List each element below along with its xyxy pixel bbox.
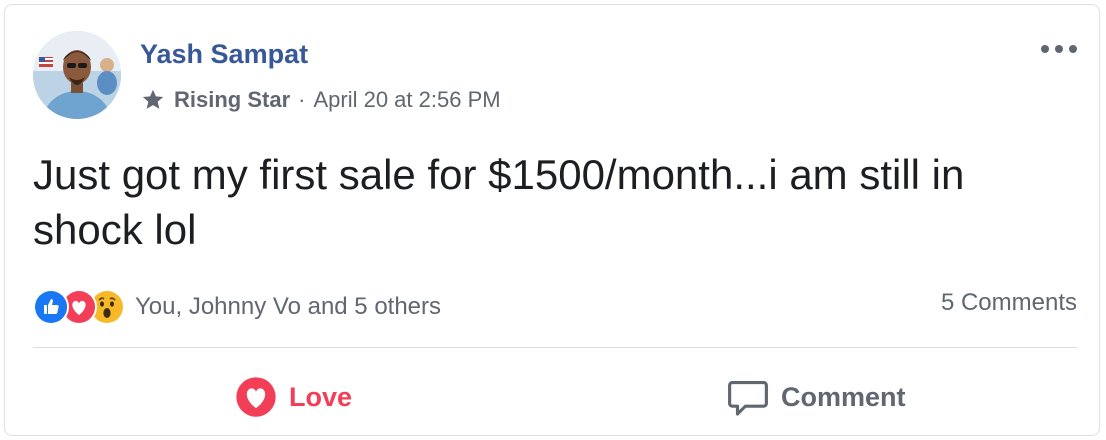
love-button[interactable]: Love xyxy=(235,371,352,423)
love-reaction-icon xyxy=(236,377,276,417)
comments-count[interactable]: 5 Comments xyxy=(941,289,1077,317)
comment-icon xyxy=(728,380,768,416)
more-options-icon[interactable] xyxy=(1039,39,1079,59)
rising-star-badge[interactable]: Rising Star xyxy=(174,87,290,113)
reactions-summary[interactable]: You, Johnny Vo and 5 others xyxy=(33,287,441,327)
post-card: Yash Sampat Rising Star · April 20 at 2:… xyxy=(4,4,1100,436)
author-avatar[interactable] xyxy=(33,31,121,119)
post-text: Just got my first sale for $1500/month..… xyxy=(33,151,965,253)
comment-button-label: Comment xyxy=(781,381,906,412)
post-timestamp[interactable]: April 20 at 2:56 PM xyxy=(313,87,500,113)
comment-button[interactable]: Comment xyxy=(727,371,906,423)
meta-separator: · xyxy=(298,87,306,112)
avatar-photo xyxy=(33,31,121,119)
reactions-summary-text[interactable]: You, Johnny Vo and 5 others xyxy=(135,293,441,321)
divider xyxy=(33,347,1077,348)
author-name[interactable]: Yash Sampat xyxy=(140,39,308,70)
post-meta: Rising Star · April 20 at 2:56 PM xyxy=(140,87,501,113)
love-button-label: Love xyxy=(289,381,353,412)
star-icon xyxy=(142,89,164,109)
like-icon xyxy=(33,289,69,325)
